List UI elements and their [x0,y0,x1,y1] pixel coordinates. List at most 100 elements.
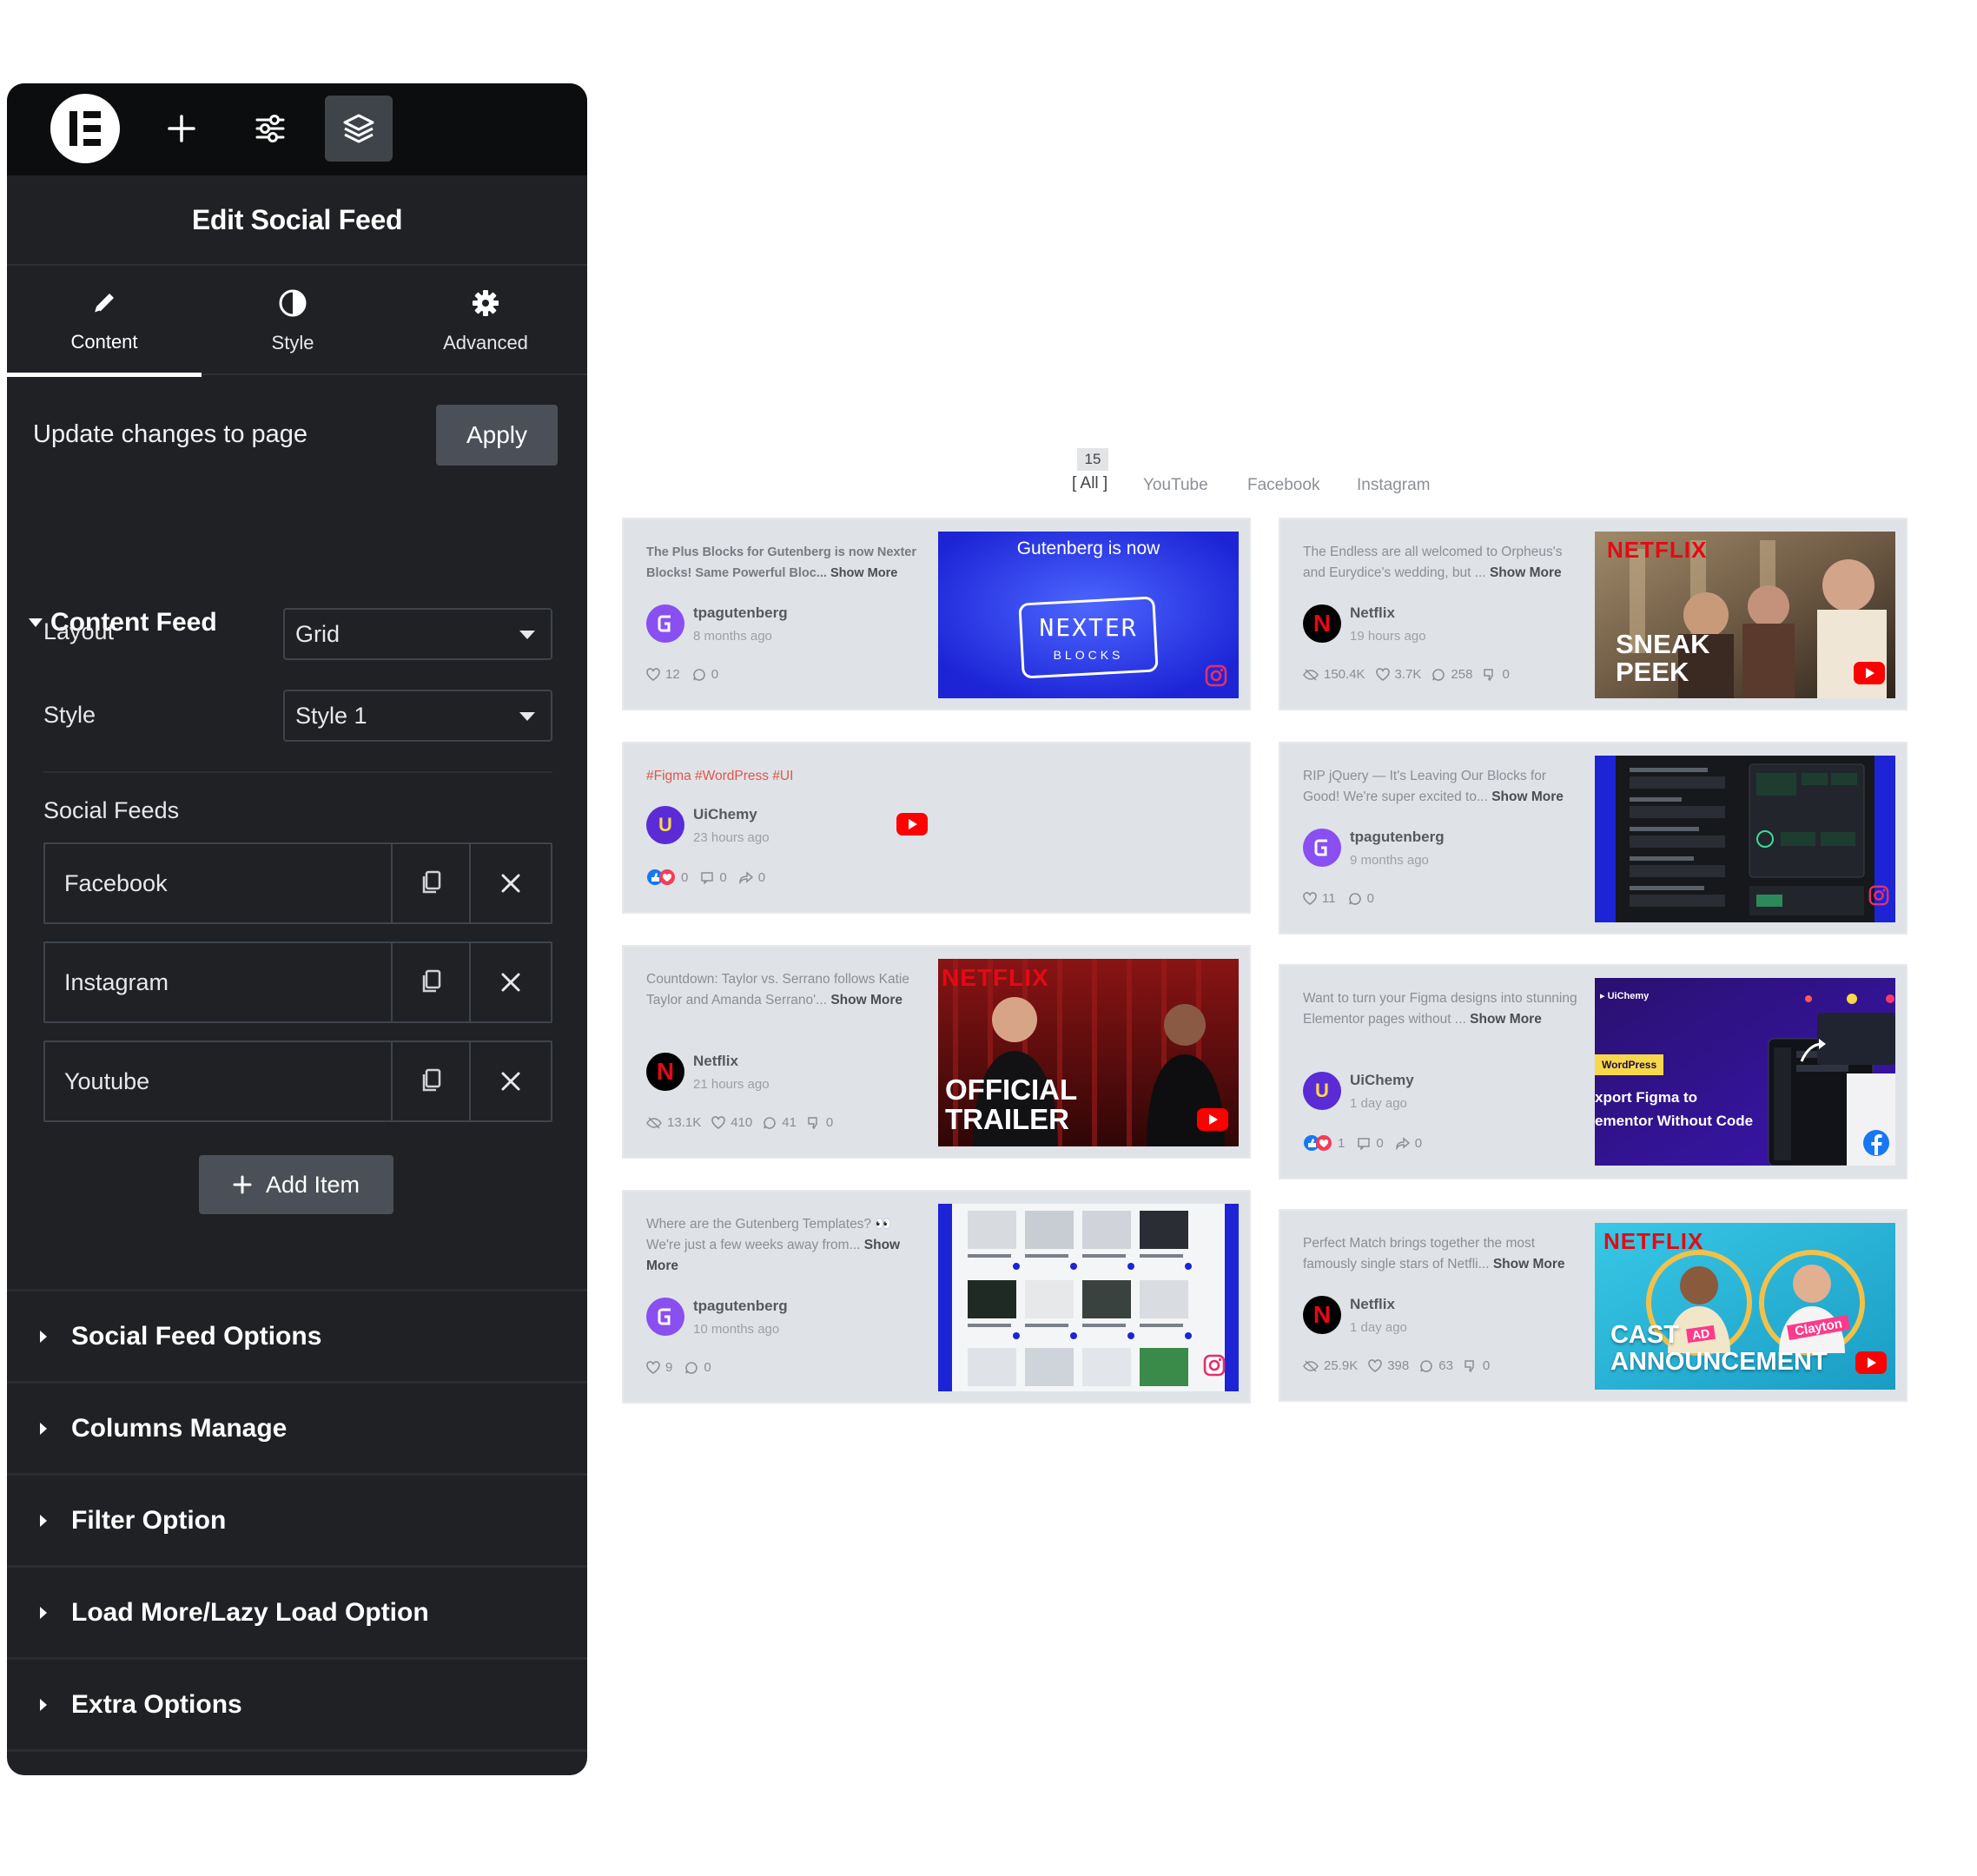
feed-card[interactable]: The Plus Blocks for Gutenberg is now Nex… [622,518,1251,710]
duplicate-button[interactable] [391,943,469,1021]
tab-advanced-label: Advanced [443,332,528,353]
remove-button[interactable] [469,1042,551,1120]
author-name[interactable]: Netflix [1350,604,1395,622]
apply-button[interactable]: Apply [436,405,558,466]
copy-icon [422,870,441,894]
author-name[interactable]: tpagutenberg [1350,829,1445,846]
post-thumbnail[interactable]: NETFLIX AD Clayton CAST ANNOUNCEMENT [1595,1223,1895,1390]
post-thumbnail[interactable]: ▸ UiChemy WordPress xport Figma to emento… [1595,978,1895,1166]
instagram-icon [1205,664,1227,687]
thumb-brand: ▸ UiChemy [1600,991,1650,1001]
post-text: Countdown: Taylor vs. Serrano follows Ka… [646,972,909,1007]
repeater-item-youtube[interactable]: Youtube [43,1040,552,1122]
section-load-more[interactable]: Load More/Lazy Load Option [7,1565,587,1657]
reactions-count: 0 [681,869,689,885]
tab-style[interactable]: Style [202,268,384,375]
youtube-icon [896,813,928,836]
duplicate-button[interactable] [391,844,469,922]
tab-content-label: Content [70,331,138,353]
style-select[interactable]: Style 1 [283,690,552,742]
section-filter-option[interactable]: Filter Option [7,1473,587,1565]
post-thumbnail[interactable] [1595,756,1895,922]
filter-youtube[interactable]: YouTube [1143,476,1208,495]
reactions-icon [1304,1135,1332,1151]
style-select-value: Style 1 [295,702,367,729]
comment-icon [1420,1359,1432,1372]
post-time: 1 day ago [1350,1096,1407,1111]
repeater-item-instagram[interactable]: Instagram [43,941,552,1023]
feed-card[interactable]: #Figma #WordPress #UI U UiChemy 23 hours… [622,742,1251,914]
author-name[interactable]: UiChemy [693,806,757,823]
section-extra-options[interactable]: Extra Options [7,1657,587,1749]
post-text: Where are the Gutenberg Templates? 👀 We'… [646,1217,901,1273]
post-author: N Netflix 21 hours ago [646,1053,907,1096]
tab-content[interactable]: Content [7,268,202,377]
netflix-avatar-icon: N [1303,604,1341,643]
plus-icon [233,1175,252,1194]
feed-card[interactable]: RIP jQuery — It's Leaving Our Blocks for… [1279,742,1908,935]
feed-card[interactable]: Where are the Gutenberg Templates? 👀 We'… [622,1190,1251,1404]
thumb-headline: CAST ANNOUNCEMENT [1610,1321,1828,1376]
structure-button[interactable] [325,96,393,162]
post-author: U UiChemy 1 day ago [1303,1072,1564,1115]
copy-icon [422,969,441,993]
filter-facebook[interactable]: Facebook [1247,476,1319,495]
section-social-feed-options[interactable]: Social Feed Options [7,1289,587,1381]
comments-count: 41 [782,1115,797,1130]
social-feeds-label: Social Feeds [43,797,180,823]
comment-icon [1432,668,1445,681]
post-author: tpagutenberg 10 months ago [646,1298,907,1341]
filter-all[interactable]: 15 [ All ] [1072,448,1115,505]
author-name[interactable]: tpagutenberg [693,1298,788,1315]
feed-card[interactable]: Perfect Match brings together the most f… [1279,1209,1908,1402]
eye-slash-icon [1303,1359,1319,1372]
section-columns-manage[interactable]: Columns Manage [7,1381,587,1473]
add-item-button[interactable]: Add Item [199,1155,393,1214]
feed-card[interactable]: Want to turn your Figma designs into stu… [1279,964,1908,1179]
editor-panel: Edit Social Feed Content Style Advanced … [7,83,587,1775]
remove-button[interactable] [469,844,551,922]
author-name[interactable]: Netflix [693,1053,738,1070]
show-more-link[interactable]: Show More [830,993,903,1007]
post-time: 23 hours ago [693,830,770,845]
post-thumbnail[interactable]: NETFLIX SNEAK PEEK [1595,532,1895,698]
show-more-link[interactable]: Show More [1491,789,1564,804]
show-more-link[interactable]: Show More [830,566,897,580]
tab-advanced[interactable]: Advanced [384,268,587,375]
show-more-link[interactable]: Show More [1470,1012,1542,1027]
layers-icon [343,114,374,143]
show-more-link[interactable]: Show More [1490,565,1562,580]
site-settings-button[interactable] [236,96,304,162]
post-time: 8 months ago [693,629,772,644]
shares-count: 0 [757,869,766,885]
duplicate-button[interactable] [391,1042,469,1120]
likes-count: 9 [665,1360,673,1375]
elementor-logo-icon[interactable] [50,94,120,163]
netflix-brand: NETFLIX [1607,537,1708,563]
post-time: 19 hours ago [1350,629,1426,644]
post-time: 21 hours ago [693,1077,770,1092]
comment-icon [685,1361,698,1374]
dislikes-count: 0 [1482,1358,1491,1373]
thumb-sub: BLOCKS [1053,648,1124,662]
author-name[interactable]: Netflix [1350,1296,1395,1313]
avatar [646,1298,684,1336]
layout-select[interactable]: Grid [283,608,552,660]
update-changes-row: Update changes to page Apply [7,375,587,497]
caret-right-icon [7,1697,71,1713]
author-name[interactable]: UiChemy [1350,1072,1414,1089]
feed-card[interactable]: The Endless are all welcomed to Orpheus'… [1279,518,1908,710]
feed-card[interactable]: Countdown: Taylor vs. Serrano follows Ka… [622,945,1251,1159]
add-element-button[interactable] [148,96,215,162]
remove-button[interactable] [469,943,551,1021]
repeater-item-facebook[interactable]: Facebook [43,842,552,924]
author-name[interactable]: tpagutenberg [693,604,788,622]
post-thumbnail[interactable]: Gutenberg is now NEXTER BLOCKS [938,532,1239,698]
show-more-link[interactable]: Show More [1493,1257,1565,1272]
post-thumbnail[interactable]: NETFLIX OFFICIAL TRAILER [938,959,1239,1146]
post-stats: 13.1K 410 41 0 [646,1115,833,1130]
filter-instagram[interactable]: Instagram [1357,476,1430,495]
post-thumbnail[interactable] [938,1204,1239,1391]
eye-slash-icon [1303,668,1319,681]
avatar: U [1303,1072,1341,1110]
